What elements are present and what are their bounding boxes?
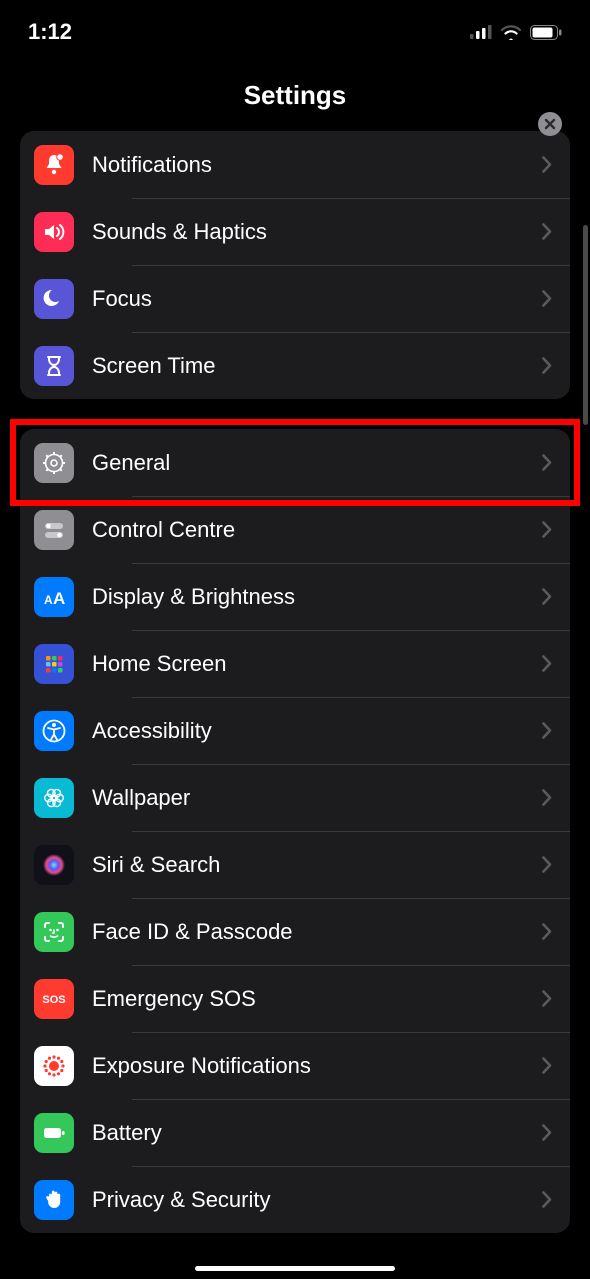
settings-row-focus[interactable]: Focus <box>20 265 570 332</box>
exposure-icon <box>34 1046 74 1086</box>
settings-row-display-brightness[interactable]: AA Display & Brightness <box>20 563 570 630</box>
settings-header: Settings <box>0 54 590 131</box>
switches-icon <box>34 510 74 550</box>
settings-row-battery[interactable]: Battery <box>20 1099 570 1166</box>
settings-group: General Control Centre AA Display & Brightn… <box>20 429 570 1233</box>
row-label: Siri & Search <box>92 852 542 878</box>
home-indicator[interactable] <box>195 1266 395 1271</box>
chevron-right-icon <box>542 156 552 173</box>
settings-row-privacy-security[interactable]: Privacy & Security <box>20 1166 570 1233</box>
svg-text:SOS: SOS <box>42 994 65 1006</box>
chevron-right-icon <box>542 1124 552 1141</box>
chevron-right-icon <box>542 223 552 240</box>
chevron-right-icon <box>542 856 552 873</box>
hand-icon <box>34 1180 74 1220</box>
settings-row-face-id-passcode[interactable]: Face ID & Passcode <box>20 898 570 965</box>
cellular-signal-icon <box>470 25 492 39</box>
settings-row-control-centre[interactable]: Control Centre <box>20 496 570 563</box>
row-label: Wallpaper <box>92 785 542 811</box>
chevron-right-icon <box>542 521 552 538</box>
apps-grid-icon <box>34 644 74 684</box>
settings-row-exposure-notifications[interactable]: Exposure Notifications <box>20 1032 570 1099</box>
accessibility-icon <box>34 711 74 751</box>
status-bar: 1:12 <box>0 0 590 54</box>
row-label: Emergency SOS <box>92 986 542 1012</box>
text-size-icon: AA <box>34 577 74 617</box>
settings-row-home-screen[interactable]: Home Screen <box>20 630 570 697</box>
faceid-icon <box>34 912 74 952</box>
settings-row-accessibility[interactable]: Accessibility <box>20 697 570 764</box>
status-time: 1:12 <box>28 19 72 45</box>
chevron-right-icon <box>542 722 552 739</box>
settings-group: Notifications Sounds & Haptics Focus Screen… <box>20 131 570 399</box>
chevron-right-icon <box>542 990 552 1007</box>
row-label: Accessibility <box>92 718 542 744</box>
hourglass-icon <box>34 346 74 386</box>
row-label: Display & Brightness <box>92 584 542 610</box>
gear-icon <box>34 443 74 483</box>
flower-icon <box>34 778 74 818</box>
row-label: Exposure Notifications <box>92 1053 542 1079</box>
svg-text:A: A <box>44 593 53 607</box>
status-icons <box>470 24 562 40</box>
row-label: Notifications <box>92 152 542 178</box>
chevron-right-icon <box>542 1191 552 1208</box>
battery-icon <box>530 25 562 40</box>
chevron-right-icon <box>542 655 552 672</box>
row-label: Focus <box>92 286 542 312</box>
chevron-right-icon <box>542 1057 552 1074</box>
row-label: Face ID & Passcode <box>92 919 542 945</box>
row-label: Battery <box>92 1120 542 1146</box>
settings-row-sounds-haptics[interactable]: Sounds & Haptics <box>20 198 570 265</box>
settings-row-screen-time[interactable]: Screen Time <box>20 332 570 399</box>
page-title: Settings <box>0 80 590 111</box>
svg-text:A: A <box>53 589 65 608</box>
settings-row-emergency-sos[interactable]: SOS Emergency SOS <box>20 965 570 1032</box>
chevron-right-icon <box>542 923 552 940</box>
siri-icon <box>34 845 74 885</box>
row-label: Sounds & Haptics <box>92 219 542 245</box>
row-label: General <box>92 450 542 476</box>
settings-row-wallpaper[interactable]: Wallpaper <box>20 764 570 831</box>
wifi-icon <box>500 24 522 40</box>
sos-icon: SOS <box>34 979 74 1019</box>
row-label: Screen Time <box>92 353 542 379</box>
chevron-right-icon <box>542 290 552 307</box>
moon-icon <box>34 279 74 319</box>
bell-badge-icon <box>34 145 74 185</box>
chevron-right-icon <box>542 789 552 806</box>
chevron-right-icon <box>542 454 552 471</box>
row-label: Home Screen <box>92 651 542 677</box>
chevron-right-icon <box>542 588 552 605</box>
settings-row-siri-search[interactable]: Siri & Search <box>20 831 570 898</box>
battery-icon <box>34 1113 74 1153</box>
settings-row-notifications[interactable]: Notifications <box>20 131 570 198</box>
row-label: Control Centre <box>92 517 542 543</box>
settings-row-general[interactable]: General <box>20 429 570 496</box>
row-label: Privacy & Security <box>92 1187 542 1213</box>
speaker-icon <box>34 212 74 252</box>
scroll-indicator[interactable] <box>583 225 588 425</box>
chevron-right-icon <box>542 357 552 374</box>
